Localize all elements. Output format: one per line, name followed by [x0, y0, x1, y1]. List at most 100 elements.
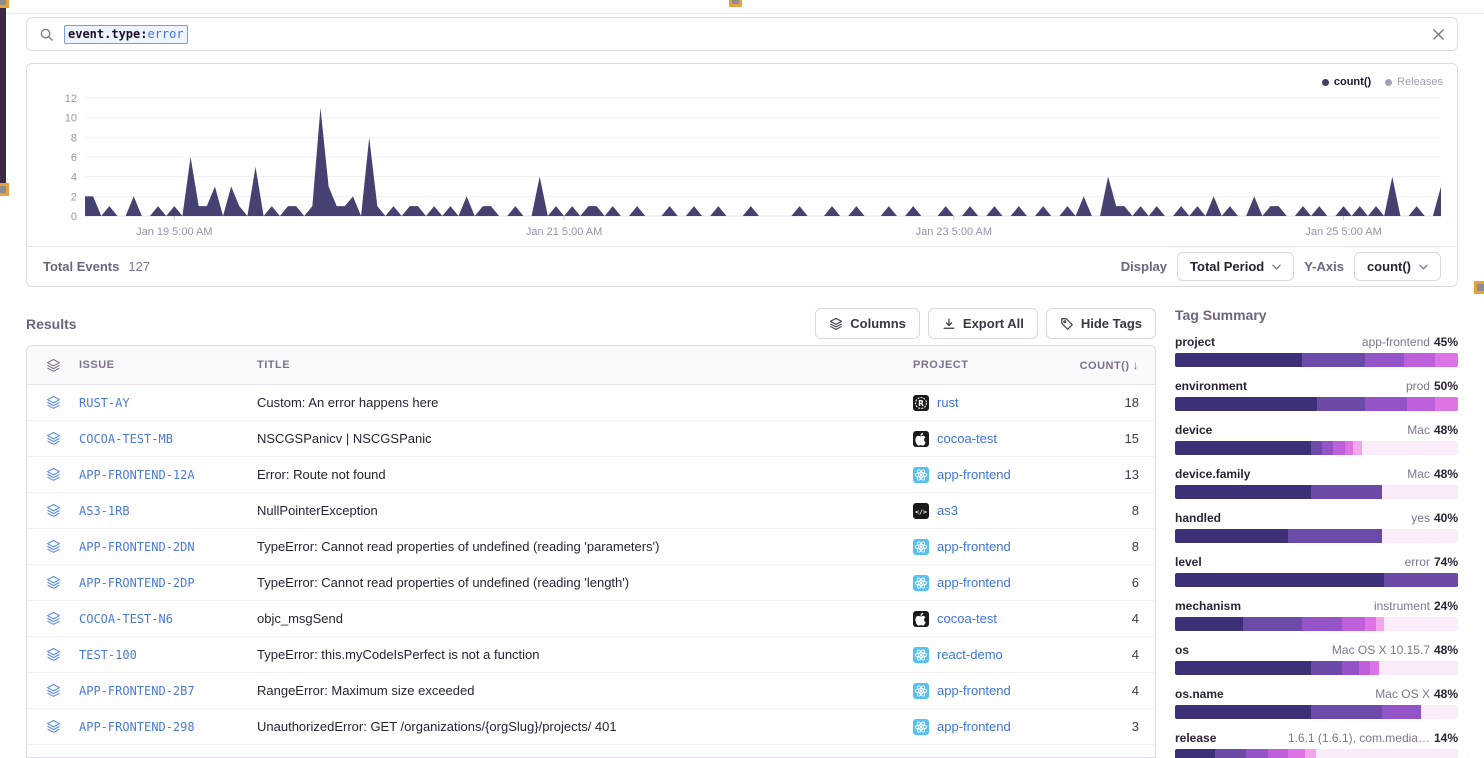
rust-platform-icon: R: [913, 395, 929, 411]
project-link[interactable]: app-frontend: [913, 719, 1071, 735]
project-link[interactable]: cocoa-test: [913, 611, 1071, 627]
tag-summary-item: osMac OS X 10.15.748%: [1175, 643, 1458, 675]
legend-item-count[interactable]: count(): [1322, 76, 1371, 88]
download-icon: [942, 317, 956, 331]
svg-text:Jan 23 5:00 AM: Jan 23 5:00 AM: [916, 226, 992, 238]
issue-link[interactable]: AS3-1RB: [79, 504, 257, 518]
tag-top-percent: 74%: [1434, 555, 1458, 569]
hide-tags-button[interactable]: Hide Tags: [1046, 308, 1156, 339]
tag-distribution-bar[interactable]: [1175, 529, 1458, 543]
project-link[interactable]: app-frontend: [913, 467, 1071, 483]
tag-distribution-bar[interactable]: [1175, 397, 1458, 411]
project-link[interactable]: app-frontend: [913, 683, 1071, 699]
results-table: ISSUE TITLE PROJECT COUNT()↓ RUST-AYCust…: [26, 345, 1156, 758]
releases-legend-dot: [1385, 79, 1392, 86]
tag-distribution-bar[interactable]: [1175, 441, 1458, 455]
search-query-token[interactable]: event.type:error: [64, 25, 188, 44]
react-platform-icon: [913, 683, 929, 699]
event-count: 3: [1071, 719, 1155, 734]
yaxis-select[interactable]: count(): [1354, 252, 1441, 281]
selection-handle[interactable]: [0, 183, 9, 196]
search-query-key: event.type:: [68, 26, 147, 43]
issue-link[interactable]: APP-FRONTEND-2DP: [79, 576, 257, 590]
events-area-chart: 024681012Jan 19 5:00 AMJan 21 5:00 AMJan…: [27, 68, 1457, 246]
project-link[interactable]: app-frontend: [913, 575, 1071, 591]
tag-summary-item: levelerror74%: [1175, 555, 1458, 587]
tag-name: device: [1175, 423, 1212, 437]
react-platform-icon: [913, 647, 929, 663]
legend-item-releases[interactable]: Releases: [1385, 76, 1443, 88]
tag-summary-item: device Mac48%: [1175, 423, 1458, 455]
issue-title: RangeError: Maximum size exceeded: [257, 683, 913, 698]
total-events-label: Total Events: [43, 259, 119, 274]
selection-handle[interactable]: [0, 0, 9, 8]
table-row: APP-FRONTEND-2DNTypeError: Cannot read p…: [27, 529, 1155, 565]
header-count-sort[interactable]: COUNT()↓: [1071, 358, 1155, 372]
tag-top-value: 1.6.1 (1.6.1), com.media…14%: [1288, 731, 1458, 745]
project-link[interactable]: app-frontend: [913, 539, 1071, 555]
tag-name: os.name: [1175, 687, 1224, 701]
issue-link[interactable]: COCOA-TEST-MB: [79, 432, 257, 446]
event-count: 15: [1071, 431, 1155, 446]
project-link[interactable]: react-demo: [913, 647, 1071, 663]
tag-distribution-bar[interactable]: [1175, 749, 1458, 758]
display-select[interactable]: Total Period: [1177, 252, 1294, 281]
tag-top-percent: 50%: [1434, 379, 1458, 393]
issue-link[interactable]: COCOA-TEST-N6: [79, 612, 257, 626]
tag-summary-item: os.name Mac OS X48%: [1175, 687, 1458, 719]
svg-text:R: R: [918, 398, 924, 407]
svg-text:2: 2: [71, 191, 77, 203]
apple-platform-icon: [913, 611, 929, 627]
issue-link[interactable]: APP-FRONTEND-2B7: [79, 684, 257, 698]
export-all-button[interactable]: Export All: [928, 308, 1038, 339]
tag-top-value: yes40%: [1411, 511, 1458, 525]
project-link[interactable]: cocoa-test: [913, 431, 1071, 447]
tag-distribution-bar[interactable]: [1175, 353, 1458, 367]
columns-button[interactable]: Columns: [815, 308, 920, 339]
tag-distribution-bar[interactable]: [1175, 661, 1458, 675]
tag-distribution-bar[interactable]: [1175, 573, 1458, 587]
tag-top-percent: 48%: [1434, 467, 1458, 481]
issue-link[interactable]: APP-FRONTEND-12A: [79, 468, 257, 482]
issue-link[interactable]: APP-FRONTEND-2DN: [79, 540, 257, 554]
project-link[interactable]: Rrust: [913, 395, 1071, 411]
clear-search-icon[interactable]: [1432, 28, 1445, 41]
issue-title: UnauthorizedError: GET /organizations/{o…: [257, 719, 913, 734]
tag-distribution-bar[interactable]: [1175, 705, 1458, 719]
tag-top-value: Mac48%: [1407, 423, 1458, 437]
react-platform-icon: [913, 467, 929, 483]
issue-stack-icon: [27, 467, 79, 482]
tag-top-value: Mac OS X48%: [1375, 687, 1458, 701]
issue-stack-icon: [27, 431, 79, 446]
issue-title: NSCGSPanicv | NSCGSPanic: [257, 431, 913, 446]
chart-legend: count() Releases: [1322, 76, 1443, 88]
issue-link[interactable]: RUST-AY: [79, 396, 257, 410]
header-project[interactable]: PROJECT: [913, 359, 1071, 371]
header-title[interactable]: TITLE: [257, 359, 913, 371]
selection-handle[interactable]: [729, 0, 742, 7]
display-select-value: Total Period: [1190, 259, 1264, 274]
search-bar[interactable]: event.type:error: [26, 17, 1458, 51]
project-link[interactable]: </>as3: [913, 503, 1071, 519]
svg-text:12: 12: [65, 93, 77, 105]
search-query-value: error: [147, 26, 183, 43]
issue-link[interactable]: TEST-100: [79, 648, 257, 662]
react-platform-icon: [913, 575, 929, 591]
tag-distribution-bar[interactable]: [1175, 617, 1458, 631]
issue-stack-icon: [27, 395, 79, 410]
react-platform-icon: [913, 539, 929, 555]
tag-top-value: error74%: [1405, 555, 1458, 569]
search-icon: [39, 27, 54, 42]
table-row: APP-FRONTEND-298UnauthorizedError: GET /…: [27, 709, 1155, 745]
issue-stack-icon: [27, 539, 79, 554]
issue-stack-icon: [27, 647, 79, 662]
tag-distribution-bar[interactable]: [1175, 485, 1458, 499]
issue-link[interactable]: APP-FRONTEND-298: [79, 720, 257, 734]
table-row: TEST-100TypeError: this.myCodeIsPerfect …: [27, 637, 1155, 673]
svg-text:10: 10: [65, 113, 77, 125]
yaxis-select-value: count(): [1367, 259, 1411, 274]
tag-name: os: [1175, 643, 1189, 657]
selection-handle[interactable]: [1474, 281, 1484, 294]
header-issue[interactable]: ISSUE: [79, 359, 257, 371]
issue-stack-icon: [27, 719, 79, 734]
